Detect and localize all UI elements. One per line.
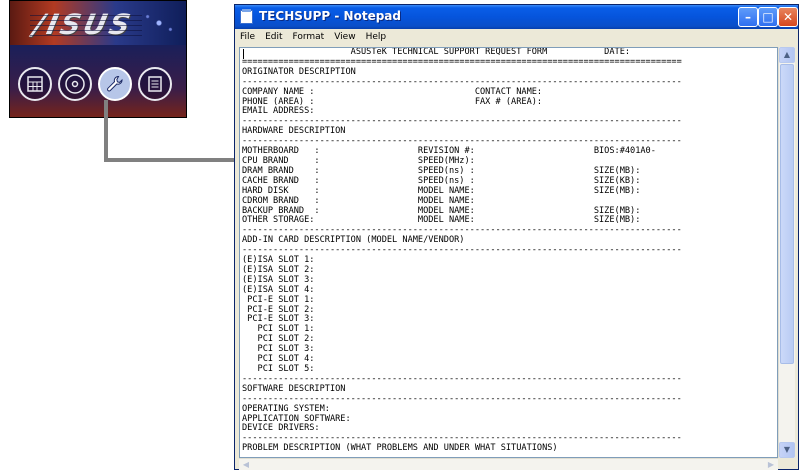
scroll-thumb[interactable] bbox=[780, 64, 794, 364]
menu-help[interactable]: Help bbox=[361, 29, 392, 42]
text-caret bbox=[243, 49, 244, 59]
notepad-window: TECHSUPP - Notepad – □ ✕ File Edit Format V… bbox=[234, 4, 799, 470]
scroll-up-button[interactable]: ▲ bbox=[779, 47, 795, 63]
calculator-icon[interactable] bbox=[18, 67, 52, 101]
document-line: (E)ISA SLOT 1: bbox=[242, 255, 315, 266]
menu-file[interactable]: File bbox=[235, 29, 260, 42]
wrench-icon[interactable] bbox=[98, 67, 132, 101]
document-line: APPLICATION SOFTWARE: bbox=[242, 413, 351, 424]
connector-line-vertical bbox=[104, 100, 108, 162]
document-text[interactable]: ASUSTeK TECHNICAL SUPPORT REQUEST FORM D… bbox=[240, 48, 777, 457]
sparkle-graphic bbox=[140, 7, 178, 39]
document-line: PCI-E SLOT 1: bbox=[242, 294, 315, 305]
connector-line-horizontal bbox=[104, 158, 236, 162]
document-line: PCI SLOT 4: bbox=[242, 354, 315, 365]
document-line: PHONE (AREA) : FAX # (AREA): bbox=[242, 96, 543, 107]
menu-format[interactable]: Format bbox=[288, 29, 330, 42]
title-bar[interactable]: TECHSUPP - Notepad – □ ✕ bbox=[235, 5, 798, 29]
notes-icon[interactable] bbox=[138, 67, 172, 101]
document-line: (E)ISA SLOT 4: bbox=[242, 284, 315, 295]
asus-logo: /ISUS bbox=[30, 8, 137, 41]
document-line: PCI-E SLOT 2: bbox=[242, 304, 315, 315]
document-line: (E)ISA SLOT 3: bbox=[242, 274, 315, 285]
launcher-banner: /ISUS bbox=[10, 1, 186, 45]
notepad-icon bbox=[240, 9, 253, 24]
document-line: PCI SLOT 2: bbox=[242, 334, 315, 345]
scroll-left-button[interactable]: ◀ bbox=[239, 459, 253, 470]
vertical-scrollbar[interactable]: ▲ ▼ bbox=[778, 47, 795, 458]
cd-icon[interactable] bbox=[58, 67, 92, 101]
window-title: TECHSUPP - Notepad bbox=[259, 9, 401, 23]
document-line: CDROM BRAND : MODEL NAME: bbox=[242, 195, 475, 206]
menu-view[interactable]: View bbox=[329, 29, 360, 42]
menu-bar: File Edit Format View Help bbox=[235, 29, 798, 47]
maximize-button[interactable]: □ bbox=[758, 7, 778, 27]
scroll-right-button[interactable]: ▶ bbox=[764, 459, 778, 470]
text-editor[interactable]: ASUSTeK TECHNICAL SUPPORT REQUEST FORM D… bbox=[239, 47, 778, 458]
minimize-button[interactable]: – bbox=[738, 7, 758, 27]
document-line: PCI-E SLOT 3: bbox=[242, 314, 315, 325]
document-line: ----------------------------------------… bbox=[242, 245, 682, 256]
asus-launcher: /ISUS bbox=[9, 0, 187, 118]
document-line: PCI SLOT 1: bbox=[242, 324, 315, 335]
scroll-down-button[interactable]: ▼ bbox=[779, 442, 795, 458]
menu-edit[interactable]: Edit bbox=[260, 29, 287, 42]
document-line: (E)ISA SLOT 2: bbox=[242, 264, 315, 275]
close-button[interactable]: ✕ bbox=[778, 7, 798, 27]
document-line: PCI SLOT 3: bbox=[242, 344, 315, 355]
launcher-icon-row bbox=[10, 45, 186, 117]
horizontal-scrollbar[interactable]: ◀ ▶ bbox=[239, 458, 778, 470]
